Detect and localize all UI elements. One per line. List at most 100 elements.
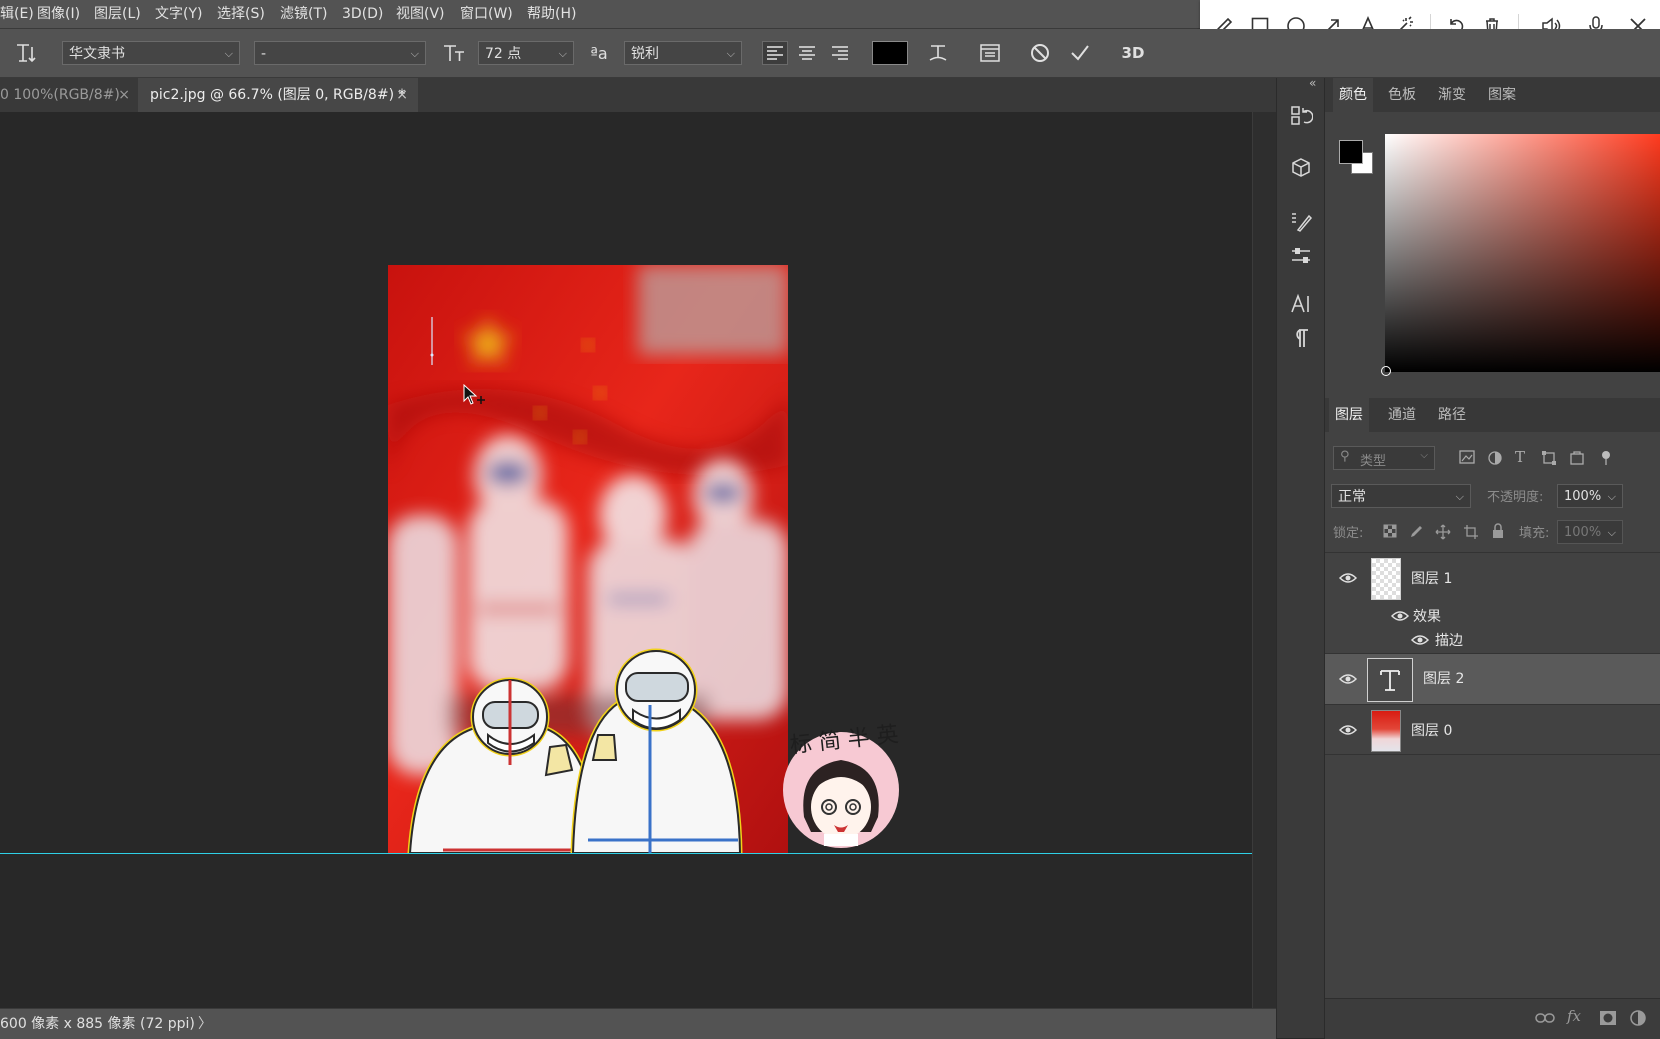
tab-color[interactable]: 颜色 <box>1333 78 1373 112</box>
tab-patterns[interactable]: 图案 <box>1488 78 1516 112</box>
status-menu-arrow[interactable]: 〉 <box>198 1009 212 1039</box>
blend-mode-value: 正常 <box>1338 489 1366 505</box>
lock-all-icon[interactable] <box>1491 523 1507 539</box>
layer-name: 图层 1 <box>1411 571 1453 587</box>
close-icon[interactable]: × <box>396 78 408 112</box>
effects-label: 效果 <box>1413 609 1441 625</box>
stroke-effect-label: 描边 <box>1435 633 1463 649</box>
fill-input[interactable]: 100% ⌵ <box>1557 520 1623 544</box>
warp-text-icon[interactable] <box>924 40 952 66</box>
lock-position-icon[interactable] <box>1435 524 1451 540</box>
align-left-button[interactable] <box>762 41 788 65</box>
layer-row-2[interactable]: 图层 2 <box>1325 654 1660 704</box>
panel-dock: 颜色 色板 渐变 图案 图层 通道 路径 ⚲ 类型 ⌵ T 正常 ⌵ 不透明度: … <box>1324 78 1660 1039</box>
layer-filter-select[interactable]: ⚲ 类型 ⌵ <box>1333 446 1435 470</box>
document-size: 600 像素 x 885 像素 (72 ppi) <box>0 1016 195 1032</box>
font-family-select[interactable]: 华文隶书 ⌵ <box>62 41 240 65</box>
mask-icon[interactable] <box>1599 1010 1619 1026</box>
collapsed-panels: « <box>1276 76 1325 1038</box>
tab-channels[interactable]: 通道 <box>1388 398 1416 432</box>
mouse-cursor <box>462 383 488 410</box>
font-style-value: - <box>261 46 267 62</box>
commit-icon[interactable] <box>1066 40 1094 66</box>
layer-effects-row[interactable]: 效果 <box>1325 604 1660 628</box>
tab-doc-2[interactable]: pic2.jpg @ 66.7% (图层 0, RGB/8#) * × <box>138 78 418 112</box>
tab-layers[interactable]: 图层 <box>1329 398 1369 432</box>
tab-swatches[interactable]: 色板 <box>1388 78 1416 112</box>
text-orientation-icon[interactable] <box>14 40 42 66</box>
adjustment-layer-icon[interactable] <box>1629 1009 1649 1027</box>
lock-pixels-icon[interactable] <box>1409 524 1425 540</box>
tab-doc-1[interactable]: 0 100%(RGB/8#) × <box>0 78 136 112</box>
adjustment-filter-icon[interactable] <box>1487 450 1505 466</box>
tab-gradients[interactable]: 渐变 <box>1438 78 1466 112</box>
character-panel-icon[interactable] <box>976 40 1004 66</box>
foreground-color-swatch[interactable] <box>1339 140 1363 164</box>
color-picker-handle[interactable] <box>1381 366 1391 376</box>
3d-object-icon[interactable] <box>1287 154 1315 182</box>
font-size-value: 72 点 <box>485 46 522 62</box>
menu-window[interactable]: 窗口(W) <box>460 0 513 28</box>
color-picker-field[interactable] <box>1385 134 1660 372</box>
menu-filter[interactable]: 滤镜(T) <box>280 0 327 28</box>
font-style-select[interactable]: - ⌵ <box>254 41 426 65</box>
eye-icon[interactable] <box>1339 572 1357 584</box>
text-color-swatch[interactable] <box>872 41 908 65</box>
menu-edit[interactable]: 辑(E) <box>0 0 34 28</box>
menu-layer[interactable]: 图层(L) <box>94 0 141 28</box>
tab-paths[interactable]: 路径 <box>1438 398 1466 432</box>
align-center-button[interactable] <box>794 41 820 65</box>
menu-select[interactable]: 选择(S) <box>217 0 265 28</box>
layer-row-0[interactable]: 图层 0 <box>1325 706 1660 754</box>
paragraph-icon[interactable] <box>1287 324 1315 352</box>
eye-icon[interactable] <box>1391 610 1409 622</box>
opacity-label: 不透明度: <box>1487 490 1544 505</box>
eye-icon[interactable] <box>1411 634 1429 646</box>
align-right-button[interactable] <box>827 41 853 65</box>
antialias-select[interactable]: 锐利 ⌵ <box>624 41 742 65</box>
blend-mode-select[interactable]: 正常 ⌵ <box>1331 484 1471 508</box>
layers-panel-tabs: 图层 通道 路径 <box>1325 398 1660 432</box>
font-size-select[interactable]: 72 点 ⌵ <box>478 41 574 65</box>
layer-row-1[interactable]: 图层 1 <box>1325 554 1660 602</box>
stroke-effect-row[interactable]: 描边 <box>1325 628 1660 652</box>
opacity-value: 100% <box>1564 489 1602 504</box>
menu-3d[interactable]: 3D(D) <box>342 0 383 28</box>
status-bar: 600 像素 x 885 像素 (72 ppi) 〉 <box>0 1008 1276 1039</box>
smart-object-filter-icon[interactable] <box>1569 450 1587 466</box>
threed-button[interactable]: 3D <box>1118 40 1148 66</box>
brush-icon[interactable] <box>1287 208 1315 236</box>
tab-doc-1-label: 0 100%(RGB/8#) <box>0 87 120 103</box>
font-family-value: 华文隶书 <box>69 46 125 62</box>
document-image[interactable] <box>388 265 788 853</box>
menu-help[interactable]: 帮助(H) <box>527 0 576 28</box>
layer-thumbnail <box>1371 558 1401 600</box>
lock-transparency-icon[interactable] <box>1383 524 1399 540</box>
document-tabs: 0 100%(RGB/8#) × pic2.jpg @ 66.7% (图层 0,… <box>0 78 1276 113</box>
collapse-icon[interactable]: « <box>1309 76 1316 90</box>
cancel-icon[interactable] <box>1026 40 1054 66</box>
type-filter-icon[interactable]: T <box>1515 448 1533 466</box>
guide-line <box>0 853 1252 854</box>
menu-view[interactable]: 视图(V) <box>396 0 445 28</box>
close-icon[interactable]: × <box>118 78 130 112</box>
image-filter-icon[interactable] <box>1459 450 1477 466</box>
fx-icon[interactable]: fx <box>1567 1007 1589 1029</box>
poster-artwork <box>388 265 788 853</box>
adjustments-icon[interactable] <box>1287 242 1315 270</box>
text-layer-thumbnail <box>1367 658 1413 702</box>
opacity-input[interactable]: 100% ⌵ <box>1557 484 1623 508</box>
menu-type[interactable]: 文字(Y) <box>155 0 202 28</box>
filter-toggle-icon[interactable] <box>1601 450 1611 466</box>
tab-doc-2-label: pic2.jpg @ 66.7% (图层 0, RGB/8#) * <box>150 87 406 103</box>
vertical-scrollbar[interactable] <box>1252 112 1277 1008</box>
character-icon[interactable] <box>1287 290 1315 318</box>
sticker-avatar[interactable]: 标 简 半 英 <box>776 722 906 850</box>
shape-filter-icon[interactable] <box>1541 450 1559 466</box>
menu-image[interactable]: 图像(I) <box>37 0 80 28</box>
link-icon[interactable] <box>1535 1011 1555 1027</box>
history-icon[interactable] <box>1287 102 1315 130</box>
eye-icon[interactable] <box>1339 673 1357 685</box>
eye-icon[interactable] <box>1339 724 1357 736</box>
lock-artboard-icon[interactable] <box>1463 524 1479 540</box>
